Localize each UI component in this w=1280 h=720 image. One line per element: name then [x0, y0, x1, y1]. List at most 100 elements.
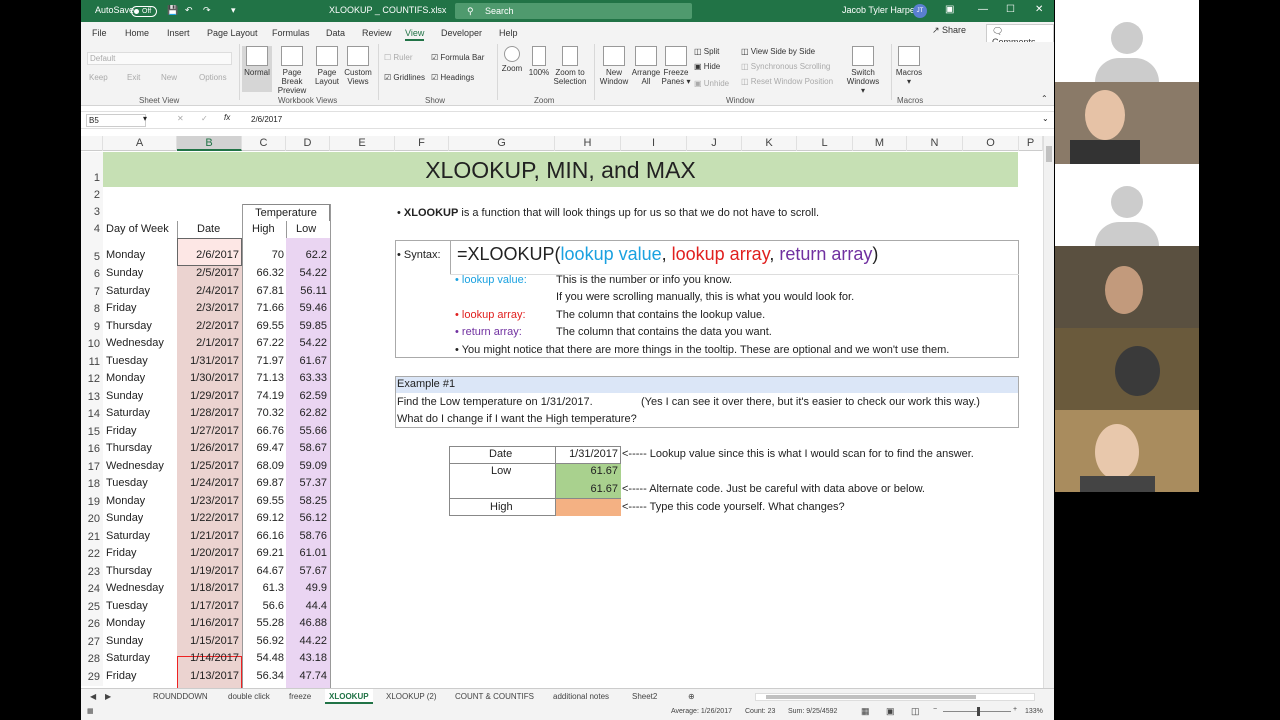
zoom-button[interactable]: Zoom	[500, 46, 524, 73]
select-all-corner[interactable]	[81, 136, 103, 151]
cell-high[interactable]: 56.92	[244, 635, 284, 647]
row-header[interactable]: 14	[81, 406, 103, 424]
freeze-panes-button[interactable]: Freeze Panes ▾	[661, 46, 691, 86]
row-header[interactable]: 10	[81, 336, 103, 354]
cell-date[interactable]: 1/28/2017	[179, 407, 239, 419]
row-header[interactable]: 18	[81, 476, 103, 494]
col-header[interactable]: C	[242, 136, 286, 151]
row-header[interactable]: 27	[81, 633, 103, 651]
cell-date[interactable]: 2/1/2017	[179, 337, 239, 349]
cell-day-of-week[interactable]: Monday	[106, 249, 145, 261]
col-header[interactable]: K	[742, 136, 797, 151]
cell-high[interactable]: 74.19	[244, 390, 284, 402]
participant-tile-video[interactable]	[1055, 82, 1199, 164]
hide-button[interactable]: ▣ Hide	[694, 62, 720, 71]
row-header[interactable]: 8	[81, 301, 103, 319]
tab-developer[interactable]: Developer	[441, 28, 482, 38]
tab-view[interactable]: View	[405, 28, 425, 41]
col-header[interactable]: A	[103, 136, 177, 151]
row-header[interactable]: 17	[81, 458, 103, 476]
normal-view-status-icon[interactable]: ▦	[861, 706, 870, 717]
col-header[interactable]: F	[395, 136, 449, 151]
row-header[interactable]: 24	[81, 581, 103, 599]
cell-high[interactable]: 70.32	[244, 407, 284, 419]
cell-date[interactable]: 1/15/2017	[179, 635, 239, 647]
sheet-tab[interactable]: double click	[228, 692, 270, 701]
cell-date[interactable]: 1/14/2017	[179, 652, 239, 664]
cell-low[interactable]: 58.67	[288, 442, 327, 454]
sheet-view-new[interactable]: New	[161, 73, 177, 82]
cell-day-of-week[interactable]: Friday	[106, 302, 137, 314]
cell-high[interactable]: 61.3	[244, 582, 284, 594]
formula-input[interactable]: 2/6/2017	[251, 115, 282, 124]
cell-low[interactable]: 61.01	[288, 547, 327, 559]
vertical-scrollbar[interactable]	[1043, 136, 1054, 688]
cell-high[interactable]: 67.22	[244, 337, 284, 349]
cell-day-of-week[interactable]: Wednesday	[106, 460, 164, 472]
cell-day-of-week[interactable]: Sunday	[106, 267, 143, 279]
participant-tile-placeholder[interactable]	[1055, 164, 1199, 246]
ribbon-display-icon[interactable]: ▣	[945, 4, 954, 15]
synchronous-scrolling-button[interactable]: ◫ Synchronous Scrolling	[741, 62, 830, 71]
tab-nav-prev-icon[interactable]: ◀	[90, 692, 96, 701]
row-header[interactable]: 15	[81, 423, 103, 441]
cell-low[interactable]: 54.22	[288, 267, 327, 279]
cell-date[interactable]: 1/24/2017	[179, 477, 239, 489]
cell-date[interactable]: 1/21/2017	[179, 530, 239, 542]
add-sheet-icon[interactable]: ⊕	[688, 692, 695, 701]
cell-high[interactable]: 64.67	[244, 565, 284, 577]
cell-low[interactable]: 44.22	[288, 635, 327, 647]
sheet-view-keep[interactable]: Keep	[89, 73, 108, 82]
cell-date[interactable]: 1/29/2017	[179, 390, 239, 402]
zoom-slider-thumb[interactable]	[977, 707, 980, 716]
cell-day-of-week[interactable]: Saturday	[106, 530, 150, 542]
zoom-out-icon[interactable]: −	[933, 706, 937, 713]
reset-window-position-button[interactable]: ◫ Reset Window Position	[741, 77, 833, 86]
col-header[interactable]: J	[687, 136, 742, 151]
zoom-to-selection-button[interactable]: Zoom to Selection	[551, 46, 589, 86]
cell-day-of-week[interactable]: Tuesday	[106, 355, 148, 367]
cell-high[interactable]: 71.13	[244, 372, 284, 384]
ruler-checkbox[interactable]: ☐ Ruler	[384, 53, 413, 62]
row-header[interactable]: 3	[81, 204, 103, 221]
table-date-value[interactable]: 1/31/2017	[561, 448, 618, 460]
tab-review[interactable]: Review	[362, 28, 392, 38]
collapse-ribbon-icon[interactable]: ⌃	[1041, 94, 1048, 103]
cell-high[interactable]: 67.81	[244, 285, 284, 297]
cell-date[interactable]: 1/26/2017	[179, 442, 239, 454]
row-header[interactable]: 16	[81, 441, 103, 459]
maximize-icon[interactable]: ☐	[1006, 4, 1015, 15]
cell-low[interactable]: 58.76	[288, 530, 327, 542]
col-header[interactable]: O	[963, 136, 1019, 151]
cell-date[interactable]: 1/22/2017	[179, 512, 239, 524]
switch-windows-button[interactable]: Switch Windows ▾	[845, 46, 881, 95]
cell-low[interactable]: 43.18	[288, 652, 327, 664]
arrange-all-button[interactable]: Arrange All	[631, 46, 661, 86]
cell-day-of-week[interactable]: Sunday	[106, 512, 143, 524]
autosave-toggle[interactable]: Off	[131, 6, 157, 17]
zoom-in-icon[interactable]: +	[1013, 706, 1017, 713]
cell-day-of-week[interactable]: Thursday	[106, 565, 152, 577]
row-header[interactable]: 6	[81, 266, 103, 284]
cell-high[interactable]: 69.12	[244, 512, 284, 524]
row-header[interactable]: 19	[81, 493, 103, 511]
participant-tile-video[interactable]	[1055, 246, 1199, 328]
cell-day-of-week[interactable]: Monday	[106, 372, 145, 384]
tab-data[interactable]: Data	[326, 28, 345, 38]
cell-day-of-week[interactable]: Saturday	[106, 407, 150, 419]
cell-high[interactable]: 55.28	[244, 617, 284, 629]
row-header[interactable]: 28	[81, 651, 103, 669]
cell-high[interactable]: 66.16	[244, 530, 284, 542]
insert-function-icon[interactable]: fx	[224, 113, 230, 122]
page-break-preview-button[interactable]: Page Break Preview	[273, 46, 311, 95]
cell-low[interactable]: 62.82	[288, 407, 327, 419]
vertical-scroll-thumb[interactable]	[1046, 146, 1052, 162]
cell-low[interactable]: 62.2	[288, 249, 327, 261]
cell-date[interactable]: 1/19/2017	[179, 565, 239, 577]
row-header[interactable]: 21	[81, 528, 103, 546]
row-header[interactable]: 7	[81, 283, 103, 301]
zoom-level[interactable]: 133%	[1025, 708, 1043, 715]
sheet-view-dropdown[interactable]: Default	[87, 52, 232, 65]
cell-day-of-week[interactable]: Wednesday	[106, 582, 164, 594]
cell-low[interactable]: 59.46	[288, 302, 327, 314]
